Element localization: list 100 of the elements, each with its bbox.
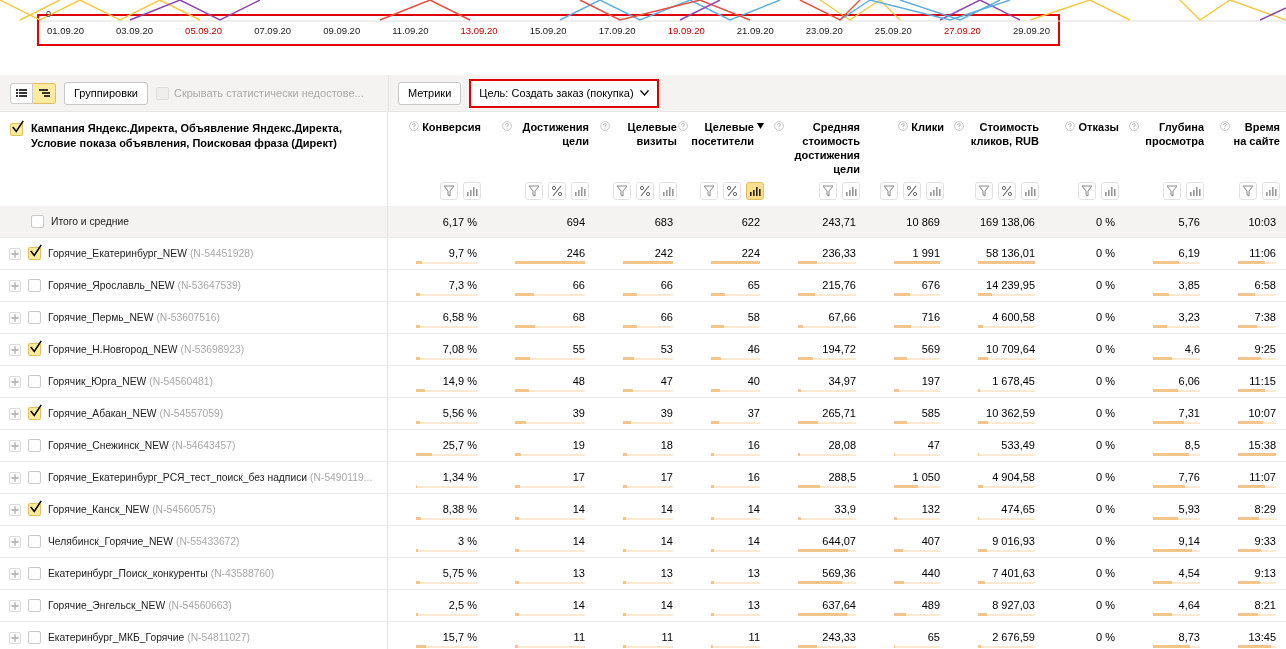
- help-icon[interactable]: [678, 121, 689, 131]
- checkbox[interactable]: [28, 279, 41, 292]
- column-header[interactable]: Конверсия: [422, 120, 481, 134]
- view-toggle-button[interactable]: [10, 82, 33, 104]
- filter-icon[interactable]: [1078, 182, 1096, 200]
- date-label: 07.09.20: [254, 24, 292, 36]
- view-toggle-button[interactable]: [33, 82, 56, 104]
- expand-button[interactable]: [9, 631, 21, 644]
- checkbox[interactable]: [28, 407, 41, 420]
- column-header[interactable]: Целевые посетители: [691, 120, 754, 148]
- table-cell: 39: [572, 407, 585, 419]
- expand-button[interactable]: [9, 471, 21, 484]
- expand-button[interactable]: [9, 279, 21, 292]
- groupings-button[interactable]: Группировки: [64, 81, 148, 105]
- filter-icon[interactable]: [613, 182, 631, 200]
- checkbox[interactable]: [28, 247, 41, 260]
- percent-icon[interactable]: [636, 182, 654, 200]
- help-icon[interactable]: [502, 121, 512, 131]
- filter-icon[interactable]: [975, 182, 993, 200]
- help-icon[interactable]: [1129, 121, 1139, 131]
- date-label: 11.09.20: [392, 24, 429, 36]
- help-icon[interactable]: [600, 121, 610, 131]
- checkbox[interactable]: [28, 631, 41, 644]
- checkbox[interactable]: [28, 599, 41, 612]
- expand-button[interactable]: [9, 599, 21, 612]
- date-label: 27.09.20: [943, 24, 981, 36]
- expand-button[interactable]: [9, 567, 21, 580]
- metrics-button[interactable]: Метрики: [398, 81, 462, 105]
- checkbox[interactable]: [28, 439, 41, 452]
- percent-icon[interactable]: [903, 182, 921, 200]
- goal-dropdown[interactable]: Цель: Создать заказ (покупка): [469, 78, 659, 108]
- table-cell: 66: [660, 279, 673, 291]
- percent-icon[interactable]: [723, 182, 741, 200]
- table-cell: 14: [660, 535, 673, 547]
- expand-button[interactable]: [9, 439, 21, 452]
- date-label: 03.09.20: [116, 24, 154, 36]
- table-cell: 569: [921, 343, 940, 355]
- table-cell: 197: [921, 375, 940, 387]
- filter-icon[interactable]: [880, 182, 898, 200]
- column-header[interactable]: Средняя стоимость достижения цели: [787, 120, 860, 176]
- filter-icon[interactable]: [700, 182, 718, 200]
- checkbox[interactable]: [28, 375, 41, 388]
- column-header[interactable]: Глубина просмотра: [1142, 120, 1204, 148]
- percent-icon[interactable]: [998, 182, 1016, 200]
- checkbox[interactable]: [10, 123, 23, 136]
- checkbox[interactable]: [28, 567, 41, 580]
- column-header[interactable]: Целевые визиты: [613, 120, 677, 148]
- checkbox[interactable]: [28, 503, 41, 516]
- expand-button[interactable]: [9, 343, 21, 356]
- help-icon[interactable]: [954, 121, 964, 131]
- expand-button[interactable]: [9, 503, 21, 516]
- table-cell: 644,07: [822, 535, 856, 547]
- table-cell: 11:06: [1249, 247, 1276, 259]
- checkbox[interactable]: [28, 311, 41, 324]
- date-label: 25.09.20: [874, 24, 912, 36]
- table-cell: 0 %: [1096, 631, 1115, 643]
- table-cell: 55: [572, 343, 585, 355]
- help-icon[interactable]: [774, 121, 784, 131]
- expand-button[interactable]: [9, 311, 21, 324]
- expand-button[interactable]: [9, 247, 21, 260]
- percent-icon[interactable]: [548, 182, 566, 200]
- column-header[interactable]: Стоимость кликов, RUB: [967, 120, 1039, 148]
- column-header[interactable]: Отказы: [1078, 120, 1119, 134]
- table-cell: 4,64: [1178, 599, 1200, 611]
- column-header[interactable]: Клики: [911, 120, 944, 134]
- table-cell: 9:25: [1254, 343, 1276, 355]
- filter-icon[interactable]: [819, 182, 837, 200]
- table-cell: 194,72: [822, 343, 856, 355]
- help-icon[interactable]: [898, 121, 909, 131]
- bar-chart-icon[interactable]: [746, 182, 764, 200]
- table-cell: 18: [660, 439, 673, 451]
- help-icon[interactable]: [409, 121, 420, 131]
- filter-icon[interactable]: [1239, 182, 1257, 200]
- column-header[interactable]: Достижения цели: [515, 120, 589, 148]
- expand-button[interactable]: [9, 535, 21, 548]
- sort-arrow-icon[interactable]: [757, 123, 764, 129]
- table-cell: 11:07: [1249, 471, 1276, 483]
- checkbox[interactable]: [28, 343, 41, 356]
- table-cell: 440: [921, 567, 940, 579]
- table-cell: 7,3 %: [448, 279, 477, 291]
- filter-icon[interactable]: [525, 182, 543, 200]
- table-cell: 9:33: [1254, 535, 1276, 547]
- checkbox[interactable]: [31, 215, 44, 228]
- campaign-name: Горячие_Екатеринбург_NEW: [48, 248, 187, 259]
- campaign-name: Горячие_Канск_NEW: [48, 504, 150, 515]
- help-icon[interactable]: [1065, 121, 1076, 131]
- table-cell: 676: [921, 279, 940, 291]
- expand-button[interactable]: [9, 407, 21, 420]
- column-header[interactable]: Время на сайте: [1233, 120, 1280, 148]
- tree-icon: [38, 88, 50, 98]
- help-icon[interactable]: [1220, 121, 1230, 131]
- table-cell: 37: [747, 407, 760, 419]
- expand-button[interactable]: [9, 375, 21, 388]
- filter-icon[interactable]: [1163, 182, 1181, 200]
- filter-icon[interactable]: [440, 182, 458, 200]
- table-cell: 66: [660, 311, 673, 323]
- checkbox[interactable]: [28, 535, 41, 548]
- table-cell: 0 %: [1096, 439, 1115, 451]
- checkbox[interactable]: [28, 471, 41, 484]
- table-cell: 0 %: [1096, 535, 1115, 547]
